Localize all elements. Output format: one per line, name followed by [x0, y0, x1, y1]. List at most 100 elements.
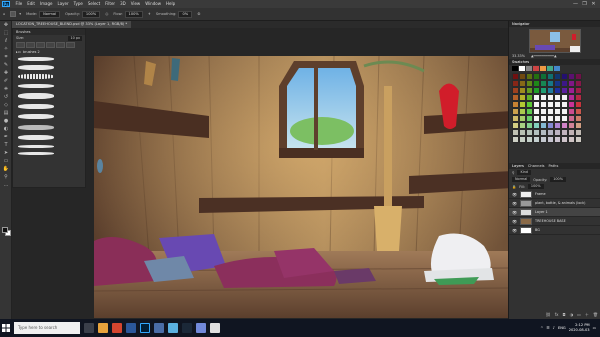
color-swatch[interactable] — [533, 115, 540, 122]
color-swatch[interactable] — [512, 108, 519, 115]
color-swatch[interactable] — [519, 115, 526, 122]
color-swatch[interactable] — [519, 87, 526, 94]
color-swatch[interactable] — [547, 73, 554, 80]
volume-icon[interactable]: ♪ — [553, 326, 555, 330]
layers-tab[interactable]: Layers — [512, 163, 524, 169]
layer-fill-field[interactable]: 100% — [527, 184, 544, 189]
color-swatch[interactable] — [575, 80, 582, 87]
brush-stroke-preview[interactable] — [18, 57, 54, 61]
color-swatch[interactable] — [568, 108, 575, 115]
recent-brush-tile[interactable] — [16, 42, 25, 48]
color-swatch[interactable] — [568, 87, 575, 94]
blend-mode-select[interactable]: Normal — [512, 177, 531, 182]
channels-tab[interactable]: Channels — [528, 163, 545, 169]
color-swatch[interactable] — [554, 129, 561, 136]
color-swatch[interactable] — [526, 94, 533, 101]
eraser-icon[interactable]: ◇ — [0, 101, 12, 109]
color-swatch[interactable] — [568, 73, 575, 80]
foreground-color-swatch[interactable] — [2, 227, 8, 233]
brush-stroke-preview[interactable] — [18, 152, 54, 155]
trash-icon[interactable]: 🗑 — [593, 312, 598, 318]
color-swatch[interactable] — [519, 129, 526, 136]
language-indicator[interactable]: ENG — [558, 326, 566, 330]
color-swatch[interactable] — [533, 73, 540, 80]
layer-opacity-field[interactable]: 100% — [550, 177, 566, 182]
opera-icon[interactable] — [112, 323, 122, 333]
recent-brush-tile[interactable] — [36, 42, 45, 48]
color-swatch[interactable] — [540, 115, 547, 122]
artwork-treehouse-interior[interactable] — [94, 56, 508, 318]
heal-icon[interactable]: ✚ — [0, 69, 12, 77]
swatch[interactable] — [533, 66, 539, 71]
color-swatch[interactable] — [547, 94, 554, 101]
pressure-opacity-icon[interactable]: ◎ — [105, 12, 108, 16]
smoothing-field[interactable]: 0% — [178, 10, 193, 18]
swatch[interactable] — [519, 66, 525, 71]
color-swatch[interactable] — [568, 115, 575, 122]
color-swatch[interactable] — [568, 129, 575, 136]
color-swatch[interactable] — [519, 94, 526, 101]
color-swatch[interactable] — [561, 94, 568, 101]
dodge-icon[interactable]: ◐ — [0, 125, 12, 133]
color-swatch[interactable] — [526, 108, 533, 115]
color-swatch[interactable] — [519, 108, 526, 115]
navigator-thumbnail[interactable] — [529, 29, 581, 53]
color-swatch[interactable] — [575, 108, 582, 115]
home-icon[interactable]: ⌂ — [3, 12, 5, 16]
brush-stroke-preview[interactable] — [18, 125, 54, 130]
color-swatch[interactable] — [540, 122, 547, 129]
shape-icon[interactable]: ▭ — [0, 157, 12, 165]
swatch[interactable] — [526, 66, 532, 71]
filter-search-icon[interactable]: ⚲ — [512, 171, 514, 175]
app-icon[interactable] — [154, 323, 164, 333]
color-swatch[interactable] — [547, 108, 554, 115]
brush-stroke-preview[interactable] — [18, 114, 54, 119]
color-swatch[interactable] — [554, 101, 561, 108]
visibility-eye-icon[interactable]: 👁 — [512, 228, 517, 233]
color-swatch[interactable] — [526, 129, 533, 136]
color-swatch[interactable] — [519, 122, 526, 129]
color-swatch[interactable] — [547, 122, 554, 129]
color-swatch[interactable] — [533, 94, 540, 101]
hand-icon[interactable]: ✋ — [0, 165, 12, 173]
swatch[interactable] — [547, 66, 553, 71]
lock-icon[interactable]: 🔒 — [512, 185, 516, 189]
store-icon[interactable] — [126, 323, 136, 333]
menu-window[interactable]: Window — [143, 0, 164, 8]
zoom-icon[interactable]: ⚲ — [0, 173, 12, 181]
menu-help[interactable]: Help — [163, 0, 177, 8]
color-swatch[interactable] — [512, 136, 519, 143]
swatches-tab[interactable]: Swatches — [512, 59, 529, 65]
color-swatch[interactable] — [519, 80, 526, 87]
color-swatch[interactable] — [512, 122, 519, 129]
new-layer-icon[interactable]: ＋ — [585, 312, 589, 318]
adjustment-icon[interactable]: ◑ — [570, 312, 574, 318]
color-swatch[interactable] — [533, 122, 540, 129]
color-swatch[interactable] — [540, 129, 547, 136]
file-explorer-icon[interactable] — [98, 323, 108, 333]
color-swatch[interactable] — [561, 115, 568, 122]
menu-3d[interactable]: 3D — [118, 0, 129, 8]
color-swatch[interactable] — [540, 80, 547, 87]
paths-tab[interactable]: Paths — [549, 163, 559, 169]
color-swatch[interactable] — [533, 87, 540, 94]
color-swatch[interactable] — [568, 122, 575, 129]
app-icon[interactable] — [210, 323, 220, 333]
visibility-eye-icon[interactable]: 👁 — [512, 210, 517, 215]
close-icon[interactable]: ✕ — [589, 0, 598, 8]
color-swatch[interactable] — [554, 94, 561, 101]
brush-preset-icon[interactable]: ▾ — [10, 11, 21, 17]
color-swatch[interactable] — [554, 80, 561, 87]
color-swatch[interactable] — [561, 129, 568, 136]
menu-select[interactable]: Select — [85, 0, 102, 8]
pen-icon[interactable]: ✒ — [0, 133, 12, 141]
recent-brush-tile[interactable] — [66, 42, 75, 48]
settings-gear-icon[interactable]: ⚙ — [197, 12, 200, 16]
color-swatch[interactable] — [526, 115, 533, 122]
color-swatch[interactable] — [575, 122, 582, 129]
more-icon[interactable]: … — [0, 181, 12, 189]
color-swatch[interactable] — [575, 94, 582, 101]
color-swatch[interactable] — [519, 73, 526, 80]
brush-stroke-preview[interactable] — [18, 93, 54, 99]
brush-stroke-preview[interactable] — [18, 104, 54, 109]
